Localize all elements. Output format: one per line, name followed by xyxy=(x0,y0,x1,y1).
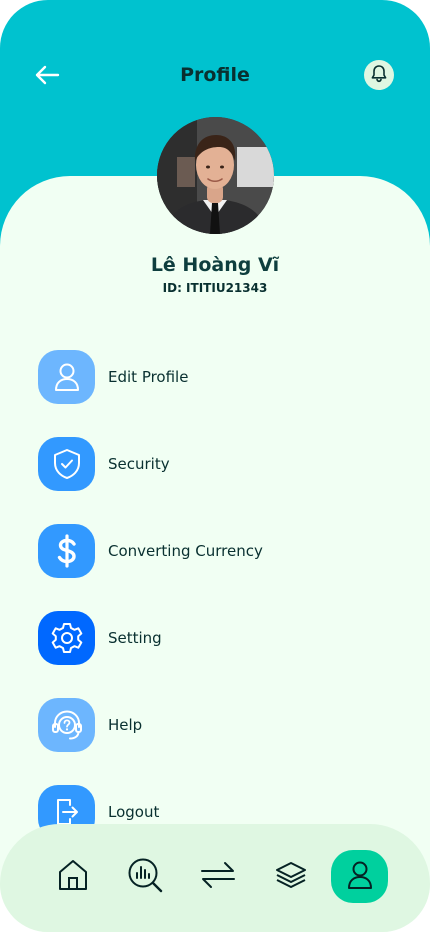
transfer-icon xyxy=(199,860,237,894)
menu-label: Help xyxy=(108,716,143,734)
layers-icon xyxy=(274,860,308,894)
home-icon xyxy=(57,858,89,896)
menu-item-security[interactable]: Security xyxy=(38,437,398,491)
menu-label: Converting Currency xyxy=(108,542,263,560)
top-bar: Profile xyxy=(0,52,430,100)
dollar-icon xyxy=(38,524,95,578)
menu-label: Security xyxy=(108,455,170,473)
nav-home-button[interactable] xyxy=(44,850,101,903)
bottom-navigation xyxy=(0,824,430,932)
menu-item-edit-profile[interactable]: Edit Profile xyxy=(38,350,398,404)
menu-item-help[interactable]: Help xyxy=(38,698,398,752)
user-id: ID: ITITIU21343 xyxy=(162,281,268,295)
user-name: Lê Hoàng Vĩ xyxy=(150,254,280,276)
help-headset-icon xyxy=(38,698,95,752)
gear-icon xyxy=(38,611,95,665)
profile-icon xyxy=(345,859,375,895)
menu-label: Edit Profile xyxy=(108,368,189,386)
menu-item-setting[interactable]: Setting xyxy=(38,611,398,665)
nav-profile-button[interactable] xyxy=(331,850,388,903)
profile-screen: Profile Lê Hoàng Vĩ ID: ITITIU21343 Edit… xyxy=(0,0,430,932)
menu-label: Logout xyxy=(108,803,160,821)
nav-layers-button[interactable] xyxy=(262,850,319,903)
shield-check-icon xyxy=(38,437,95,491)
menu-item-converting-currency[interactable]: Converting Currency xyxy=(38,524,398,578)
avatar[interactable] xyxy=(157,117,274,234)
notification-button[interactable] xyxy=(364,60,394,90)
nav-transfer-button[interactable] xyxy=(189,850,246,903)
menu-label: Setting xyxy=(108,629,162,647)
bell-icon xyxy=(370,64,388,87)
analysis-icon xyxy=(127,857,163,897)
nav-analysis-button[interactable] xyxy=(116,850,173,903)
user-icon xyxy=(38,350,95,404)
